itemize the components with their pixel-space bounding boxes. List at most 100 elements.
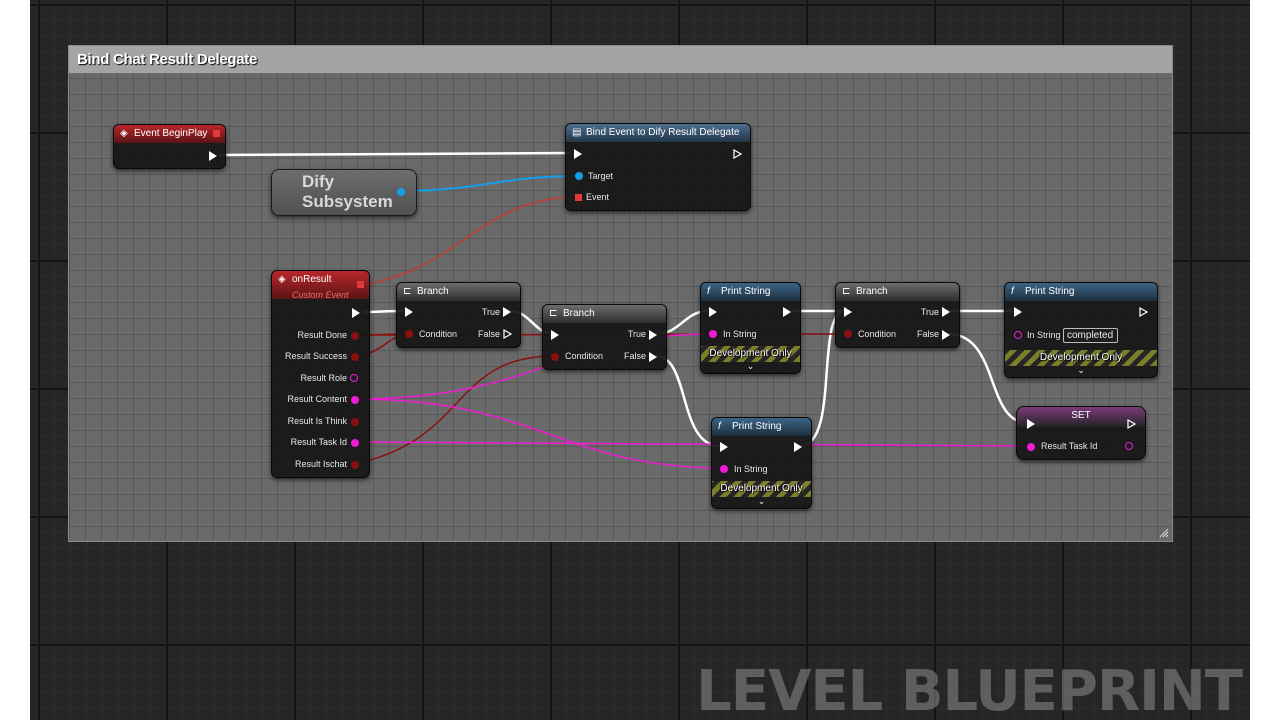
print-string-node-2[interactable]: f Print String In String Development Onl… (711, 417, 812, 509)
node-header[interactable]: ⊏ Branch (543, 305, 666, 323)
level-blueprint-watermark: LEVEL BLUEPRINT (696, 659, 1242, 724)
exec-in-pin[interactable] (574, 149, 582, 159)
result-task-id-pin[interactable] (351, 439, 359, 447)
node-header[interactable]: ◈ Event BeginPlay (114, 125, 225, 143)
false-label: False (478, 329, 500, 340)
branch-node-1[interactable]: ⊏ Branch Condition True False (396, 282, 521, 348)
result-ischat-pin[interactable] (351, 461, 359, 469)
result-task-id-label: Result Task Id (291, 437, 347, 448)
delegate-pin[interactable] (357, 281, 364, 288)
in-string-pin[interactable] (709, 330, 717, 338)
false-exec-pin[interactable] (942, 330, 950, 340)
set-node[interactable]: SET Result Task Id (1016, 406, 1146, 460)
result-is-think-label: Result Is Think (288, 416, 347, 427)
event-pin[interactable] (575, 194, 582, 201)
branch-node-2[interactable]: ⊏ Branch Condition True False (542, 304, 667, 370)
in-string-label: In String (734, 464, 768, 475)
result-task-id-out-pin[interactable] (1125, 442, 1133, 450)
resize-grip-icon[interactable] (1159, 528, 1169, 538)
expand-chevron-icon[interactable]: ⌄ (1005, 366, 1157, 375)
target-pin[interactable] (575, 172, 583, 180)
branch-node-3[interactable]: ⊏ Branch Condition True False (835, 282, 960, 348)
node-title: Branch (856, 286, 888, 297)
condition-pin[interactable] (551, 353, 559, 361)
false-exec-pin[interactable] (503, 329, 512, 339)
false-exec-pin[interactable] (649, 352, 657, 362)
node-header[interactable]: ⊏ Branch (397, 283, 520, 301)
false-label: False (624, 351, 646, 362)
exec-in-pin[interactable] (405, 307, 413, 317)
function-f-icon: f (1011, 283, 1014, 301)
function-f-icon: f (707, 283, 710, 301)
target-label: Target (588, 171, 613, 182)
true-exec-pin[interactable] (503, 307, 511, 317)
exec-out-pin[interactable] (1139, 307, 1148, 317)
result-content-pin[interactable] (351, 396, 359, 404)
branch-icon: ⊏ (403, 283, 411, 301)
in-string-pin[interactable] (720, 465, 728, 473)
in-string-label: In String (1027, 330, 1061, 341)
comment-header[interactable]: Bind Chat Result Delegate (69, 46, 1172, 73)
exec-out-pin[interactable] (783, 307, 791, 317)
exec-in-pin[interactable] (1027, 419, 1035, 429)
node-header[interactable]: ⊏ Branch (836, 283, 959, 301)
node-title: Print String (721, 286, 770, 297)
exec-in-pin[interactable] (844, 307, 852, 317)
exec-in-pin[interactable] (1014, 307, 1022, 317)
expand-chevron-icon[interactable]: ⌄ (712, 497, 811, 506)
development-only-banner: Development Only (701, 346, 800, 362)
node-title: DifySubsystem (302, 172, 393, 212)
node-title: Print String (732, 421, 781, 432)
true-exec-pin[interactable] (649, 330, 657, 340)
bind-event-node[interactable]: ▤ Bind Event to Dify Result Delegate Tar… (565, 123, 751, 211)
in-string-input[interactable]: completed (1063, 328, 1118, 343)
print-string-node-1[interactable]: f Print String In String Development Onl… (700, 282, 801, 374)
exec-in-pin[interactable] (551, 330, 559, 340)
delegate-pin[interactable] (213, 130, 220, 137)
exec-out-pin[interactable] (1127, 419, 1136, 429)
in-string-pin[interactable] (1014, 331, 1022, 339)
development-only-banner: Development Only (1005, 350, 1157, 366)
node-header[interactable]: f Print String (1005, 283, 1157, 301)
exec-out-pin[interactable] (794, 442, 802, 452)
false-label: False (917, 329, 939, 340)
exec-out-pin[interactable] (209, 151, 217, 161)
result-task-id-in-pin[interactable] (1027, 443, 1035, 451)
node-header[interactable]: f Print String (712, 418, 811, 436)
result-is-think-pin[interactable] (351, 418, 359, 426)
result-ischat-label: Result Ischat (295, 459, 347, 470)
condition-label: Condition (858, 329, 896, 340)
result-role-label: Result Role (300, 373, 347, 384)
development-only-banner: Development Only (712, 481, 811, 497)
true-label: True (628, 329, 646, 340)
condition-label: Condition (565, 351, 603, 362)
true-exec-pin[interactable] (942, 307, 950, 317)
function-f-icon: f (718, 418, 721, 436)
result-done-pin[interactable] (351, 332, 359, 340)
node-header[interactable]: ▤ Bind Event to Dify Result Delegate (566, 124, 750, 142)
node-header[interactable]: f Print String (701, 283, 800, 301)
result-role-pin[interactable] (350, 374, 358, 382)
node-header[interactable]: SET (1017, 407, 1145, 427)
exec-in-pin[interactable] (709, 307, 717, 317)
branch-icon: ⊏ (549, 305, 557, 323)
exec-out-pin[interactable] (352, 308, 360, 318)
condition-pin[interactable] (844, 330, 852, 338)
on-result-event-node[interactable]: ◈ onResult Custom Event Result Done Resu… (271, 270, 370, 478)
result-task-id-label: Result Task Id (1041, 441, 1097, 452)
node-title: Branch (417, 286, 449, 297)
condition-label: Condition (419, 329, 457, 340)
event-begin-play-node[interactable]: ◈ Event BeginPlay (113, 124, 226, 169)
true-label: True (921, 307, 939, 318)
condition-pin[interactable] (405, 330, 413, 338)
dify-subsystem-node[interactable]: DifySubsystem (271, 169, 417, 216)
node-title: Print String (1025, 286, 1074, 297)
object-out-pin[interactable] (397, 188, 405, 196)
exec-out-pin[interactable] (733, 149, 742, 159)
result-content-label: Result Content (287, 394, 347, 405)
node-title: SET (1071, 410, 1090, 421)
exec-in-pin[interactable] (720, 442, 728, 452)
expand-chevron-icon[interactable]: ⌄ (701, 362, 800, 371)
event-diamond-icon: ◈ (278, 271, 286, 289)
result-success-pin[interactable] (351, 353, 359, 361)
